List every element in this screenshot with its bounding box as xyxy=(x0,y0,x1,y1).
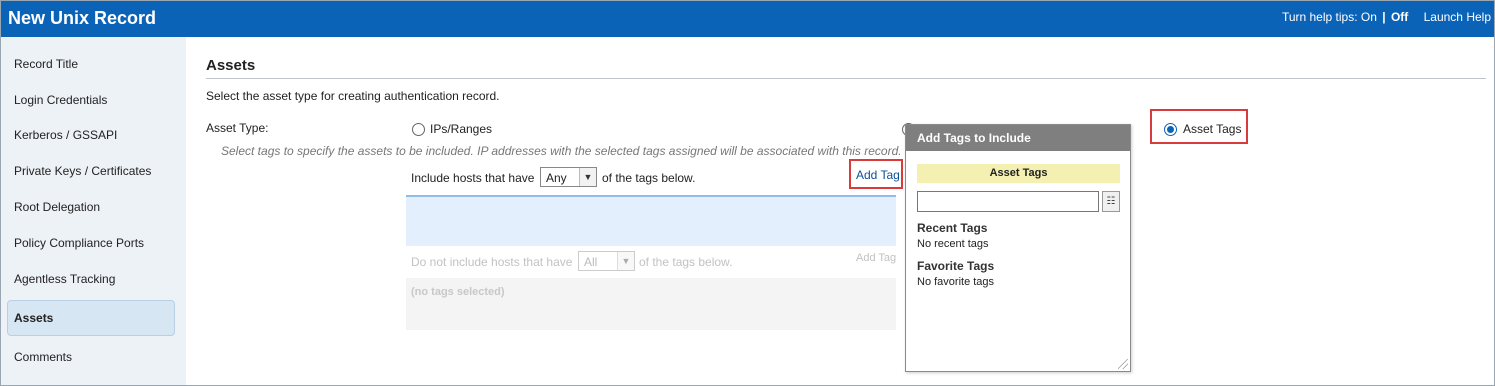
section-heading: Assets xyxy=(206,57,256,74)
sidebar-item-kerberos[interactable]: Kerberos / GSSAPI xyxy=(7,117,175,153)
exclude-match-value: All xyxy=(584,255,598,269)
help-tips-separator: | xyxy=(1382,10,1386,24)
include-tags-area[interactable] xyxy=(406,195,896,246)
sidebar-item-record-title[interactable]: Record Title xyxy=(7,46,175,82)
help-controls: Turn help tips: On | Off Launch Help xyxy=(1282,10,1491,24)
sidebar-item-comments[interactable]: Comments xyxy=(7,339,175,375)
recent-tags-heading: Recent Tags xyxy=(917,221,988,235)
asset-tags-hint: Select tags to specify the assets to be … xyxy=(221,144,902,158)
sidebar-item-root-delegation[interactable]: Root Delegation xyxy=(7,189,175,225)
chevron-down-icon: ▼ xyxy=(617,252,634,270)
heading-divider xyxy=(206,78,1486,79)
window-title: New Unix Record xyxy=(8,8,157,28)
asset-tags-label[interactable]: Asset Tags xyxy=(1183,122,1241,136)
sidebar-item-assets[interactable]: Assets xyxy=(7,300,175,336)
main-panel: Assets Select the asset type for creatin… xyxy=(186,37,1494,385)
exclude-empty-text: (no tags selected) xyxy=(411,286,505,298)
sidebar-item-login-credentials[interactable]: Login Credentials xyxy=(7,82,175,118)
sidebar-item-policy-compliance-ports[interactable]: Policy Compliance Ports xyxy=(7,225,175,261)
popup-section-label: Asset Tags xyxy=(917,164,1120,183)
sidebar: Record Title Login Credentials Kerberos … xyxy=(1,37,186,385)
chevron-down-icon: ▼ xyxy=(579,168,596,186)
exclude-text-after: of the tags below. xyxy=(639,255,733,269)
include-text-before: Include hosts that have xyxy=(411,171,535,185)
exclude-tags-area[interactable]: (no tags selected) xyxy=(406,278,896,330)
title-bar: New Unix Record Turn help tips: On | Off… xyxy=(1,1,1494,37)
exclude-text-before: Do not include hosts that have xyxy=(411,255,573,269)
asset-type-label: Asset Type: xyxy=(206,121,269,135)
include-add-tag-link[interactable]: Add Tag xyxy=(856,168,900,182)
include-match-value: Any xyxy=(546,171,567,185)
sidebar-item-private-keys[interactable]: Private Keys / Certificates xyxy=(7,153,175,189)
tag-search-input[interactable] xyxy=(917,191,1099,212)
add-tags-popup: Add Tags to Include Asset Tags ☷ Recent … xyxy=(905,124,1131,372)
sidebar-item-agentless-tracking[interactable]: Agentless Tracking xyxy=(7,261,175,297)
popup-title: Add Tags to Include xyxy=(906,125,1130,151)
section-description: Select the asset type for creating authe… xyxy=(206,89,500,103)
include-text-after: of the tags below. xyxy=(602,171,696,185)
ips-ranges-radio[interactable] xyxy=(412,123,425,136)
launch-help-link[interactable]: Launch Help xyxy=(1424,10,1491,24)
recent-tags-empty: No recent tags xyxy=(917,238,989,250)
favorite-tags-heading: Favorite Tags xyxy=(917,259,995,273)
include-match-select[interactable]: Any ▼ xyxy=(540,167,597,187)
resize-grip-icon[interactable] xyxy=(1118,359,1128,369)
list-icon[interactable]: ☷ xyxy=(1102,191,1120,212)
exclude-add-tag-link[interactable]: Add Tag xyxy=(856,252,896,264)
help-tips-on[interactable]: On xyxy=(1361,10,1377,24)
help-tips-off[interactable]: Off xyxy=(1391,10,1408,24)
asset-tags-radio[interactable] xyxy=(1164,123,1177,136)
ips-ranges-label[interactable]: IPs/Ranges xyxy=(430,122,492,136)
help-tips-label: Turn help tips: xyxy=(1281,10,1358,24)
exclude-match-select[interactable]: All ▼ xyxy=(578,251,635,271)
favorite-tags-empty: No favorite tags xyxy=(917,276,995,288)
